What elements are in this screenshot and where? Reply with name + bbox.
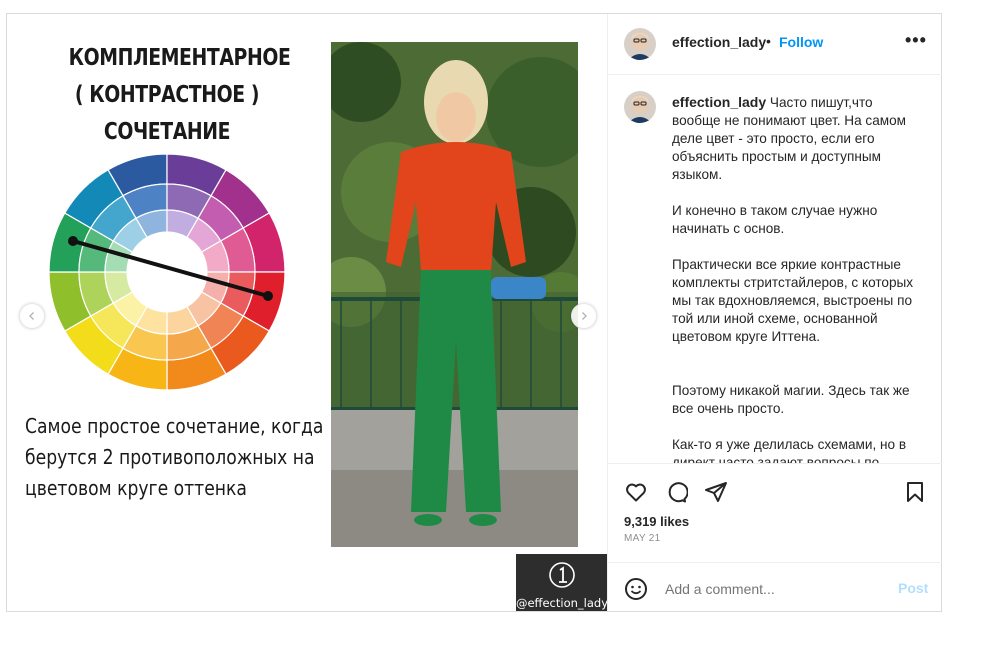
caption-paragraph: И конечно в таком случае нужно начинать … — [672, 203, 878, 236]
slide-caption-line: Самое простое сочетание, когда — [25, 414, 324, 438]
likes-count[interactable]: 9,319 likes — [624, 514, 689, 529]
previous-slide-button[interactable] — [19, 303, 45, 329]
svg-text:@effection_lady: @effection_lady — [516, 596, 607, 610]
slide-title-line: СОЧЕТАНИЕ — [103, 119, 231, 145]
emoji-icon[interactable] — [624, 577, 648, 601]
post-card: КОМПЛЕМЕНТАРНОЕ ( КОНТРАСТНОЕ ) СОЧЕТАНИ… — [6, 13, 942, 612]
slide-title-line: КОМПЛЕМЕНТАРНОЕ — [68, 45, 291, 71]
slide-caption-line: берутся 2 противоположных на — [25, 445, 315, 469]
chevron-left-icon — [29, 312, 34, 320]
action-bar: 9,319 likes MAY 21 — [608, 463, 942, 564]
post-comment-button[interactable]: Post — [898, 580, 928, 596]
watermark-badge: @effection_lady — [516, 554, 607, 611]
slide-title-line: ( КОНТРАСТНОЕ ) — [74, 82, 260, 108]
watermark-graphic: @effection_lady — [516, 562, 607, 610]
caption-paragraph: Как-то я уже делилась схемами, но в дире… — [672, 437, 907, 463]
avatar[interactable] — [624, 28, 656, 60]
color-wheel-center — [127, 232, 207, 312]
fashion-photo — [331, 42, 578, 547]
bookmark-icon[interactable] — [903, 480, 927, 504]
slide-caption: Самое простое сочетание, когда берутся 2… — [25, 411, 324, 504]
follow-button[interactable]: Follow — [779, 34, 823, 50]
caption-paragraph: Поэтому никакой магии. Здесь так же все … — [672, 383, 910, 416]
next-slide-button[interactable] — [571, 303, 597, 329]
caption-section: effection_lady Часто пишут,что вообще не… — [608, 75, 942, 463]
complementary-endpoint — [263, 291, 273, 301]
caption-username[interactable]: effection_lady — [672, 94, 766, 110]
header-username[interactable]: effection_lady — [672, 34, 766, 50]
slide-caption-line: цветовом круге оттенка — [25, 476, 247, 500]
separator-dot: • — [766, 33, 771, 49]
caption-paragraph: Практически все яркие контрастные компле… — [672, 257, 914, 344]
avatar-image — [624, 91, 656, 123]
complementary-endpoint — [68, 236, 78, 246]
caption-text: effection_lady Часто пишут,что вообще не… — [672, 93, 917, 463]
comment-input[interactable] — [663, 580, 887, 598]
share-icon[interactable] — [704, 480, 728, 504]
post-header: effection_lady • Follow ••• — [608, 14, 942, 75]
add-comment-bar: Post — [608, 562, 942, 612]
avatar-image — [624, 28, 656, 60]
comment-icon[interactable] — [664, 480, 688, 504]
post-media[interactable]: КОМПЛЕМЕНТАРНОЕ ( КОНТРАСТНОЕ ) СОЧЕТАНИ… — [7, 14, 607, 611]
color-wheel — [49, 154, 285, 390]
avatar[interactable] — [624, 91, 656, 123]
heart-icon[interactable] — [624, 480, 648, 504]
post-sidebar: effection_lady • Follow ••• effection_la… — [607, 14, 942, 611]
chevron-right-icon — [582, 312, 587, 320]
slide-title: КОМПЛЕМЕНТАРНОЕ ( КОНТРАСТНОЕ ) СОЧЕТАНИ… — [68, 40, 291, 151]
more-icon[interactable]: ••• — [905, 30, 927, 51]
post-date[interactable]: MAY 21 — [624, 533, 660, 544]
